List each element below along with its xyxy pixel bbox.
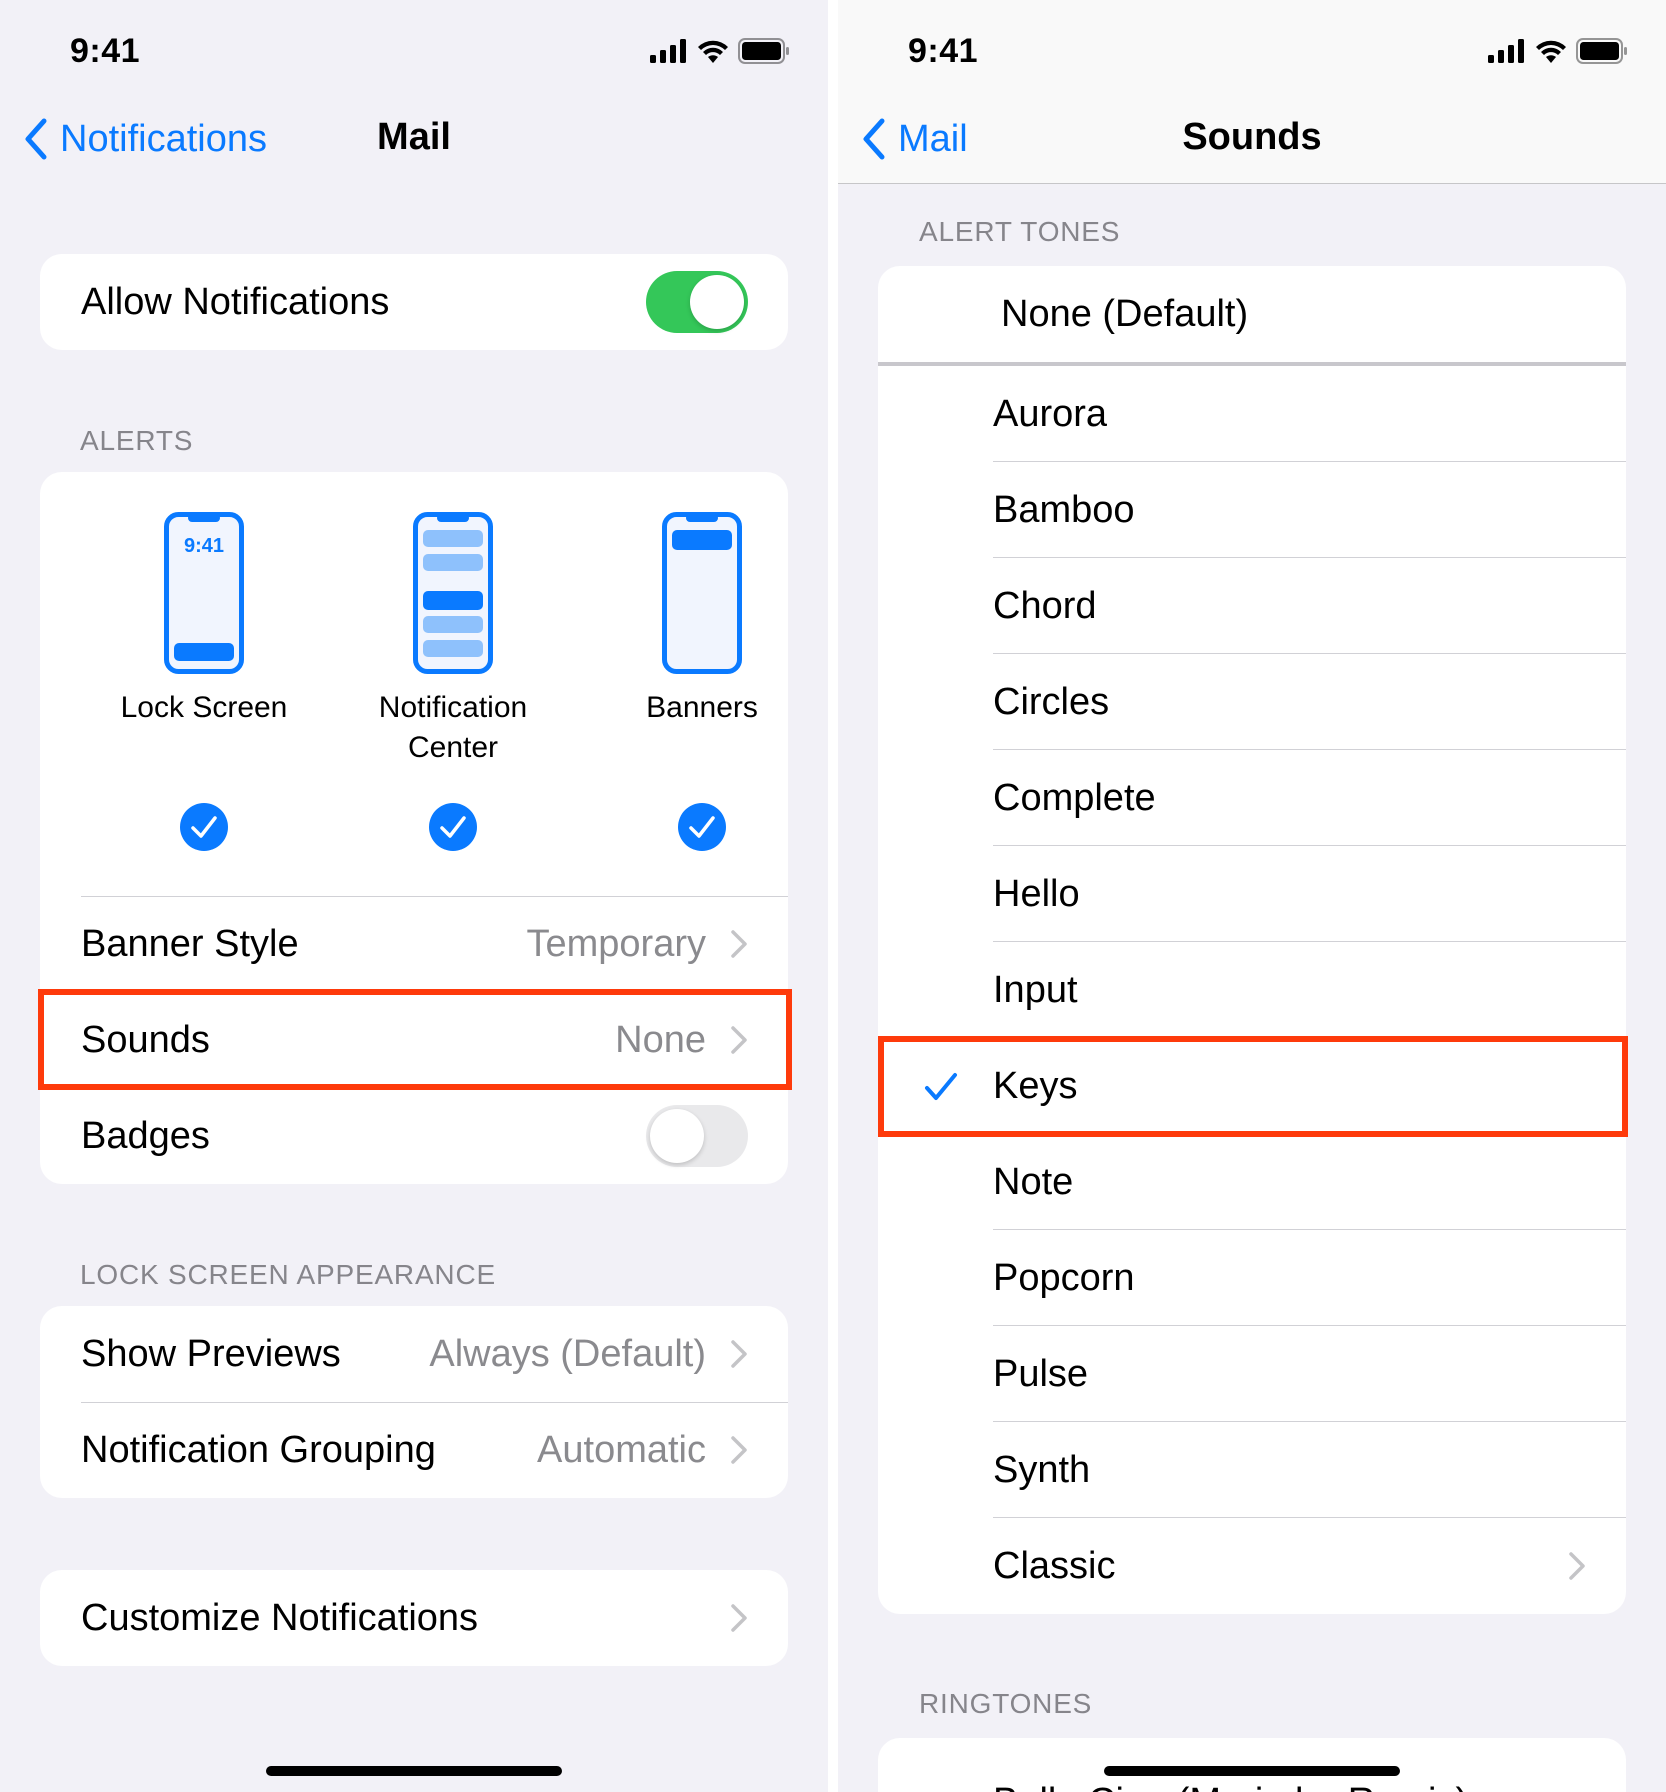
- alerts-section-header: ALERTS: [80, 425, 194, 456]
- notification-center-checkmark-icon[interactable]: [428, 802, 478, 852]
- tone-row-bamboo[interactable]: Bamboo: [878, 462, 1626, 558]
- show-previews-row[interactable]: Show Previews Always (Default): [40, 1306, 788, 1402]
- tone-row-synth[interactable]: Synth: [878, 1422, 1626, 1518]
- tone-label: Hello: [993, 873, 1080, 915]
- status-time: 9:41: [908, 32, 979, 70]
- customize-notifications-group: Customize Notifications: [40, 1570, 788, 1666]
- page-title: Sounds: [1182, 116, 1322, 158]
- wifi-icon: [1536, 40, 1566, 63]
- alert-option-banners[interactable]: Banners: [592, 512, 788, 728]
- tone-row-aurora[interactable]: Aurora: [878, 366, 1626, 462]
- badges-label: Badges: [81, 1114, 210, 1157]
- banners-phone-icon: [662, 512, 742, 674]
- banners-label: Banners: [646, 691, 758, 724]
- wifi-icon: [698, 40, 728, 63]
- tone-label: Note: [993, 1161, 1074, 1203]
- notification-grouping-label: Notification Grouping: [81, 1428, 436, 1471]
- keys-highlight-box: [878, 1036, 1628, 1137]
- banner-style-value: Temporary: [526, 922, 707, 965]
- chevron-right-icon: [731, 930, 747, 958]
- show-previews-value: Always (Default): [429, 1332, 706, 1375]
- ringtone-row-bella-ciao[interactable]: Bella Ciao (Marimba Remix): [878, 1738, 1626, 1792]
- tone-label: Classic: [993, 1545, 1116, 1587]
- alert-tones-list: Aurora Bamboo Chord Circles Complete Hel…: [878, 366, 1626, 1614]
- allow-notifications-toggle[interactable]: [646, 271, 748, 333]
- tone-row-hello[interactable]: Hello: [878, 846, 1626, 942]
- navigation-bar: Mail Sounds: [838, 100, 1666, 184]
- notification-grouping-value: Automatic: [537, 1428, 706, 1471]
- tone-label: Chord: [993, 585, 1097, 627]
- lock-screen-phone-time: 9:41: [184, 535, 224, 557]
- tone-row-pulse[interactable]: Pulse: [878, 1326, 1626, 1422]
- battery-icon: [738, 38, 789, 64]
- allow-notifications-row: Allow Notifications: [40, 254, 788, 350]
- battery-icon: [1576, 38, 1627, 64]
- tone-row-chord[interactable]: Chord: [878, 558, 1626, 654]
- status-bar: 9:41: [0, 0, 828, 100]
- allow-notifications-label: Allow Notifications: [81, 280, 390, 323]
- alert-tones-section-header: ALERT TONES: [919, 216, 1121, 247]
- home-indicator: [1104, 1766, 1400, 1776]
- tone-label: Complete: [993, 777, 1156, 819]
- tone-label: Bamboo: [993, 489, 1135, 531]
- notification-grouping-row[interactable]: Notification Grouping Automatic: [40, 1402, 788, 1498]
- tone-label: Synth: [993, 1449, 1091, 1491]
- page-title: Mail: [377, 116, 451, 158]
- chevron-right-icon: [731, 1436, 747, 1464]
- badges-row: Badges: [40, 1088, 788, 1184]
- banners-checkmark-icon[interactable]: [677, 802, 727, 852]
- ringtones-list: Bella Ciao (Marimba Remix): [878, 1738, 1626, 1792]
- tone-none-default-label: None (Default): [1001, 293, 1249, 335]
- tone-row-popcorn[interactable]: Popcorn: [878, 1230, 1626, 1326]
- alert-option-lock-screen[interactable]: 9:41 Lock Screen: [94, 512, 314, 728]
- tone-label: Circles: [993, 681, 1110, 723]
- tone-row-circles[interactable]: Circles: [878, 654, 1626, 750]
- home-indicator: [266, 1766, 562, 1776]
- tone-row-classic[interactable]: Classic: [878, 1518, 1626, 1614]
- alert-option-notification-center[interactable]: Notification Center: [343, 512, 563, 768]
- tone-label: Popcorn: [993, 1257, 1135, 1299]
- badges-toggle[interactable]: [646, 1105, 748, 1167]
- lock-screen-appearance-header: LOCK SCREEN APPEARANCE: [80, 1259, 496, 1290]
- tone-row-complete[interactable]: Complete: [878, 750, 1626, 846]
- chevron-right-icon: [1569, 1552, 1585, 1580]
- lock-screen-phone-icon: 9:41: [164, 512, 244, 674]
- chevron-right-icon: [731, 1604, 747, 1632]
- sounds-screen: 9:41 Mail Sounds ALERT TONES None (Defau…: [838, 0, 1666, 1792]
- customize-notifications-row[interactable]: Customize Notifications: [40, 1570, 788, 1666]
- default-tone-group: None (Default): [878, 266, 1626, 366]
- tone-row-input[interactable]: Input: [878, 942, 1626, 1038]
- chevron-right-icon: [731, 1340, 747, 1368]
- sounds-highlight-box: [38, 989, 792, 1090]
- banner-style-row[interactable]: Banner Style Temporary: [40, 896, 788, 992]
- ringtones-section-header: RINGTONES: [919, 1688, 1093, 1719]
- status-time: 9:41: [70, 32, 141, 70]
- tone-label: Input: [993, 969, 1078, 1011]
- lock-screen-appearance-group: Show Previews Always (Default) Notificat…: [40, 1306, 788, 1498]
- notification-center-label-line2: Center: [407, 731, 499, 764]
- tone-label: Aurora: [993, 393, 1108, 435]
- customize-notifications-label: Customize Notifications: [81, 1596, 479, 1639]
- allow-notifications-group: Allow Notifications: [40, 254, 788, 350]
- cellular-signal-icon: [650, 39, 686, 63]
- cellular-signal-icon: [1488, 39, 1524, 63]
- lock-screen-checkmark-icon[interactable]: [179, 802, 229, 852]
- navigation-bar-divider: [838, 183, 1666, 184]
- tone-row-note[interactable]: Note: [878, 1134, 1626, 1230]
- notification-center-phone-icon: [413, 512, 493, 674]
- tone-label: Pulse: [993, 1353, 1089, 1395]
- lock-screen-label: Lock Screen: [120, 691, 288, 724]
- banner-style-label: Banner Style: [81, 922, 299, 965]
- navigation-bar: Notifications Mail: [0, 100, 828, 184]
- mail-notifications-screen: 9:41 Notifications Mail Allow Notificati…: [0, 0, 828, 1792]
- tone-row-none-default[interactable]: None (Default): [878, 266, 1626, 362]
- notification-center-label-line1: Notification: [378, 691, 528, 724]
- show-previews-label: Show Previews: [81, 1332, 341, 1375]
- status-bar: 9:41: [838, 0, 1666, 100]
